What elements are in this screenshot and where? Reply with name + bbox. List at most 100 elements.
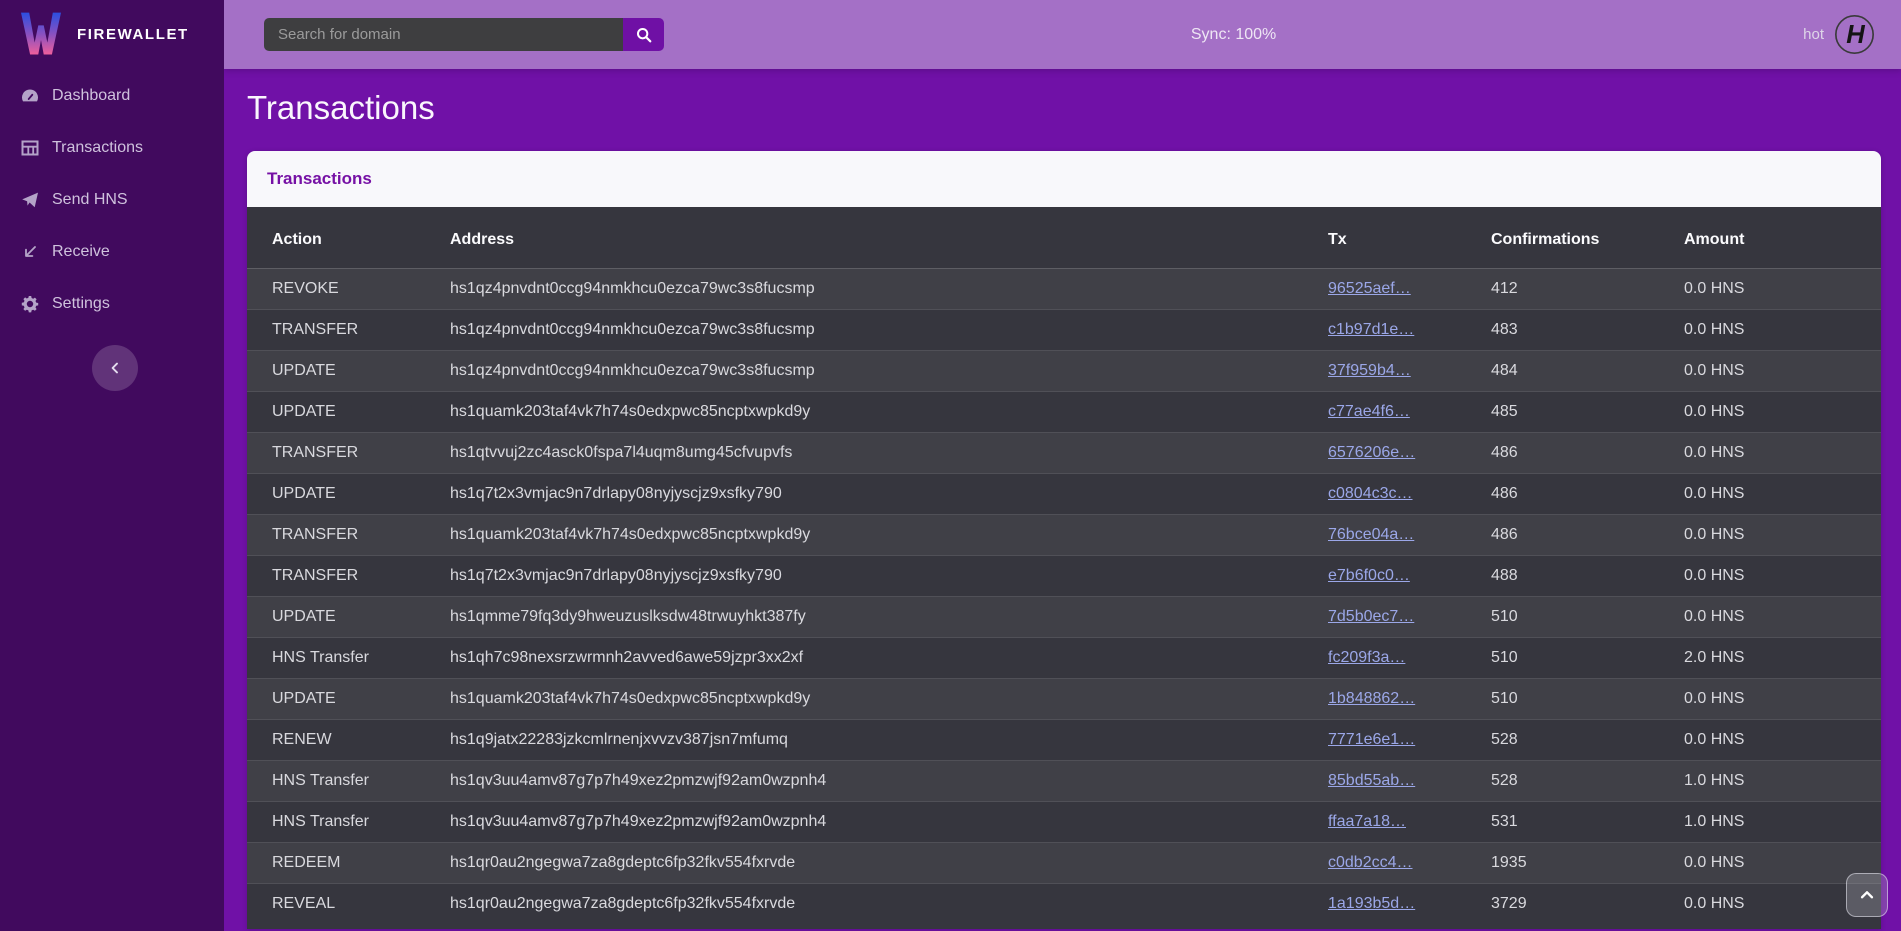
table-row: TRANSFER hs1qz4pnvdnt0ccg94nmkhcu0ezca79… [247,310,1881,351]
card-header: Transactions [247,151,1881,207]
column-header-amount: Amount [1676,207,1881,269]
chevron-left-icon [107,360,123,376]
tx-link[interactable]: 76bce04a… [1328,526,1414,543]
send-icon [20,190,40,210]
scroll-to-top-button[interactable] [1846,873,1888,917]
cell-confirmations: 412 [1483,269,1676,310]
tx-link[interactable]: 6576206e… [1328,444,1415,461]
cell-confirmations: 510 [1483,679,1676,720]
table-row: REVEAL hs1qr0au2ngegwa7za8gdeptc6fp32fkv… [247,884,1881,925]
tx-link[interactable]: 1a193b5d… [1328,895,1415,912]
cell-confirmations: 3729 [1483,884,1676,925]
table-row: REDEEM hs1qr0au2ngegwa7za8gdeptc6fp32fkv… [247,843,1881,884]
cell-amount: 0.0 HNS [1676,269,1881,310]
cell-action: TRANSFER [247,556,442,597]
tx-link[interactable]: fc209f3a… [1328,649,1405,666]
cell-action: HNS Transfer [247,638,442,679]
svg-text:H: H [1846,21,1865,49]
tx-link[interactable]: 1b848862… [1328,690,1415,707]
column-header-confirmations: Confirmations [1483,207,1676,269]
search-input[interactable] [264,18,623,51]
tx-link[interactable]: c77ae4f6… [1328,403,1410,420]
cell-confirmations: 488 [1483,556,1676,597]
cell-action: UPDATE [247,679,442,720]
tx-link[interactable]: c1b97d1e… [1328,321,1414,338]
sidebar-item-receive[interactable]: Receive [0,226,224,278]
table-row: UPDATE hs1qmme79fq3dy9hweuzuslksdw48trwu… [247,597,1881,638]
cell-confirmations: 486 [1483,433,1676,474]
firewallet-logo-icon [21,11,61,58]
column-header-action: Action [247,207,442,269]
sidebar-item-transactions[interactable]: Transactions [0,122,224,174]
cell-address: hs1qz4pnvdnt0ccg94nmkhcu0ezca79wc3s8fucs… [442,269,1320,310]
cell-address: hs1qmme79fq3dy9hweuzuslksdw48trwuyhkt387… [442,597,1320,638]
cell-amount: 1.0 HNS [1676,761,1881,802]
sidebar-nav: Dashboard Transactions Send HNS Receive [0,69,224,330]
cell-action: UPDATE [247,392,442,433]
cell-action: TRANSFER [247,515,442,556]
tx-link[interactable]: ffaa7a18… [1328,813,1406,830]
cell-address: hs1qh7c98nexsrzwrmnh2avved6awe59jzpr3xx2… [442,638,1320,679]
search-button[interactable] [623,18,664,51]
handshake-logo-icon[interactable]: H [1834,14,1875,55]
sidebar: FIREWALLET Dashboard Transactions Send H… [0,0,224,931]
topbar: Sync: 100% hot H [224,0,1901,69]
cell-address: hs1q9jatx22283jzkcmlrnenjxvvzv387jsn7mfu… [442,720,1320,761]
cell-action: TRANSFER [247,433,442,474]
search-icon [635,26,653,44]
transactions-table-container: Action Address Tx Confirmations Amount R… [247,207,1881,929]
sidebar-item-label: Settings [52,295,110,313]
domain-search [264,18,664,51]
table-row: TRANSFER hs1quamk203taf4vk7h74s0edxpwc85… [247,515,1881,556]
cell-action: RENEW [247,720,442,761]
cell-address: hs1qz4pnvdnt0ccg94nmkhcu0ezca79wc3s8fucs… [442,351,1320,392]
cell-address: hs1q7t2x3vmjac9n7drlapy08nyjyscjz9xsfky7… [442,474,1320,515]
cell-confirmations: 483 [1483,310,1676,351]
cell-amount: 0.0 HNS [1676,310,1881,351]
cell-amount: 0.0 HNS [1676,720,1881,761]
cell-action: UPDATE [247,474,442,515]
tx-link[interactable]: 37f959b4… [1328,362,1411,379]
table-header-row: Action Address Tx Confirmations Amount [247,207,1881,269]
table-row: HNS Transfer hs1qv3uu4amv87g7p7h49xez2pm… [247,761,1881,802]
card-title: Transactions [267,169,372,189]
cell-address: hs1quamk203taf4vk7h74s0edxpwc85ncptxwpkd… [442,679,1320,720]
cell-confirmations: 510 [1483,638,1676,679]
wallet-indicator: hot H [1803,14,1901,55]
page-title: Transactions [247,89,1881,127]
sidebar-item-label: Receive [52,243,110,261]
sidebar-collapse-button[interactable] [92,345,138,391]
cell-amount: 0.0 HNS [1676,597,1881,638]
column-header-tx: Tx [1320,207,1483,269]
cell-address: hs1qr0au2ngegwa7za8gdeptc6fp32fkv554fxrv… [442,843,1320,884]
transactions-card: Transactions Action Address Tx Confirmat… [247,151,1881,929]
table-icon [20,138,40,158]
sidebar-item-dashboard[interactable]: Dashboard [0,70,224,122]
gear-icon [20,294,40,314]
cell-amount: 0.0 HNS [1676,556,1881,597]
tx-link[interactable]: 85bd55ab… [1328,772,1415,789]
cell-confirmations: 486 [1483,515,1676,556]
cell-confirmations: 485 [1483,392,1676,433]
sidebar-item-settings[interactable]: Settings [0,278,224,330]
sidebar-item-send-hns[interactable]: Send HNS [0,174,224,226]
tx-link[interactable]: c0db2cc4… [1328,854,1413,871]
cell-amount: 0.0 HNS [1676,515,1881,556]
table-row: UPDATE hs1q7t2x3vmjac9n7drlapy08nyjyscjz… [247,474,1881,515]
table-row: TRANSFER hs1qtvvuj2zc4asck0fspa7l4uqm8um… [247,433,1881,474]
tx-link[interactable]: 7d5b0ec7… [1328,608,1414,625]
tx-link[interactable]: c0804c3c… [1328,485,1413,502]
app-title: FIREWALLET [77,26,189,43]
column-header-address: Address [442,207,1320,269]
tx-link[interactable]: 96525aef… [1328,280,1411,297]
wallet-name: hot [1803,26,1824,43]
cell-amount: 0.0 HNS [1676,474,1881,515]
table-row: UPDATE hs1qz4pnvdnt0ccg94nmkhcu0ezca79wc… [247,351,1881,392]
receive-arrow-icon [20,242,40,262]
brand[interactable]: FIREWALLET [0,0,224,69]
cell-action: HNS Transfer [247,761,442,802]
tx-link[interactable]: 7771e6e1… [1328,731,1415,748]
table-row: UPDATE hs1quamk203taf4vk7h74s0edxpwc85nc… [247,392,1881,433]
tx-link[interactable]: e7b6f0c0… [1328,567,1410,584]
table-row: UPDATE hs1quamk203taf4vk7h74s0edxpwc85nc… [247,679,1881,720]
